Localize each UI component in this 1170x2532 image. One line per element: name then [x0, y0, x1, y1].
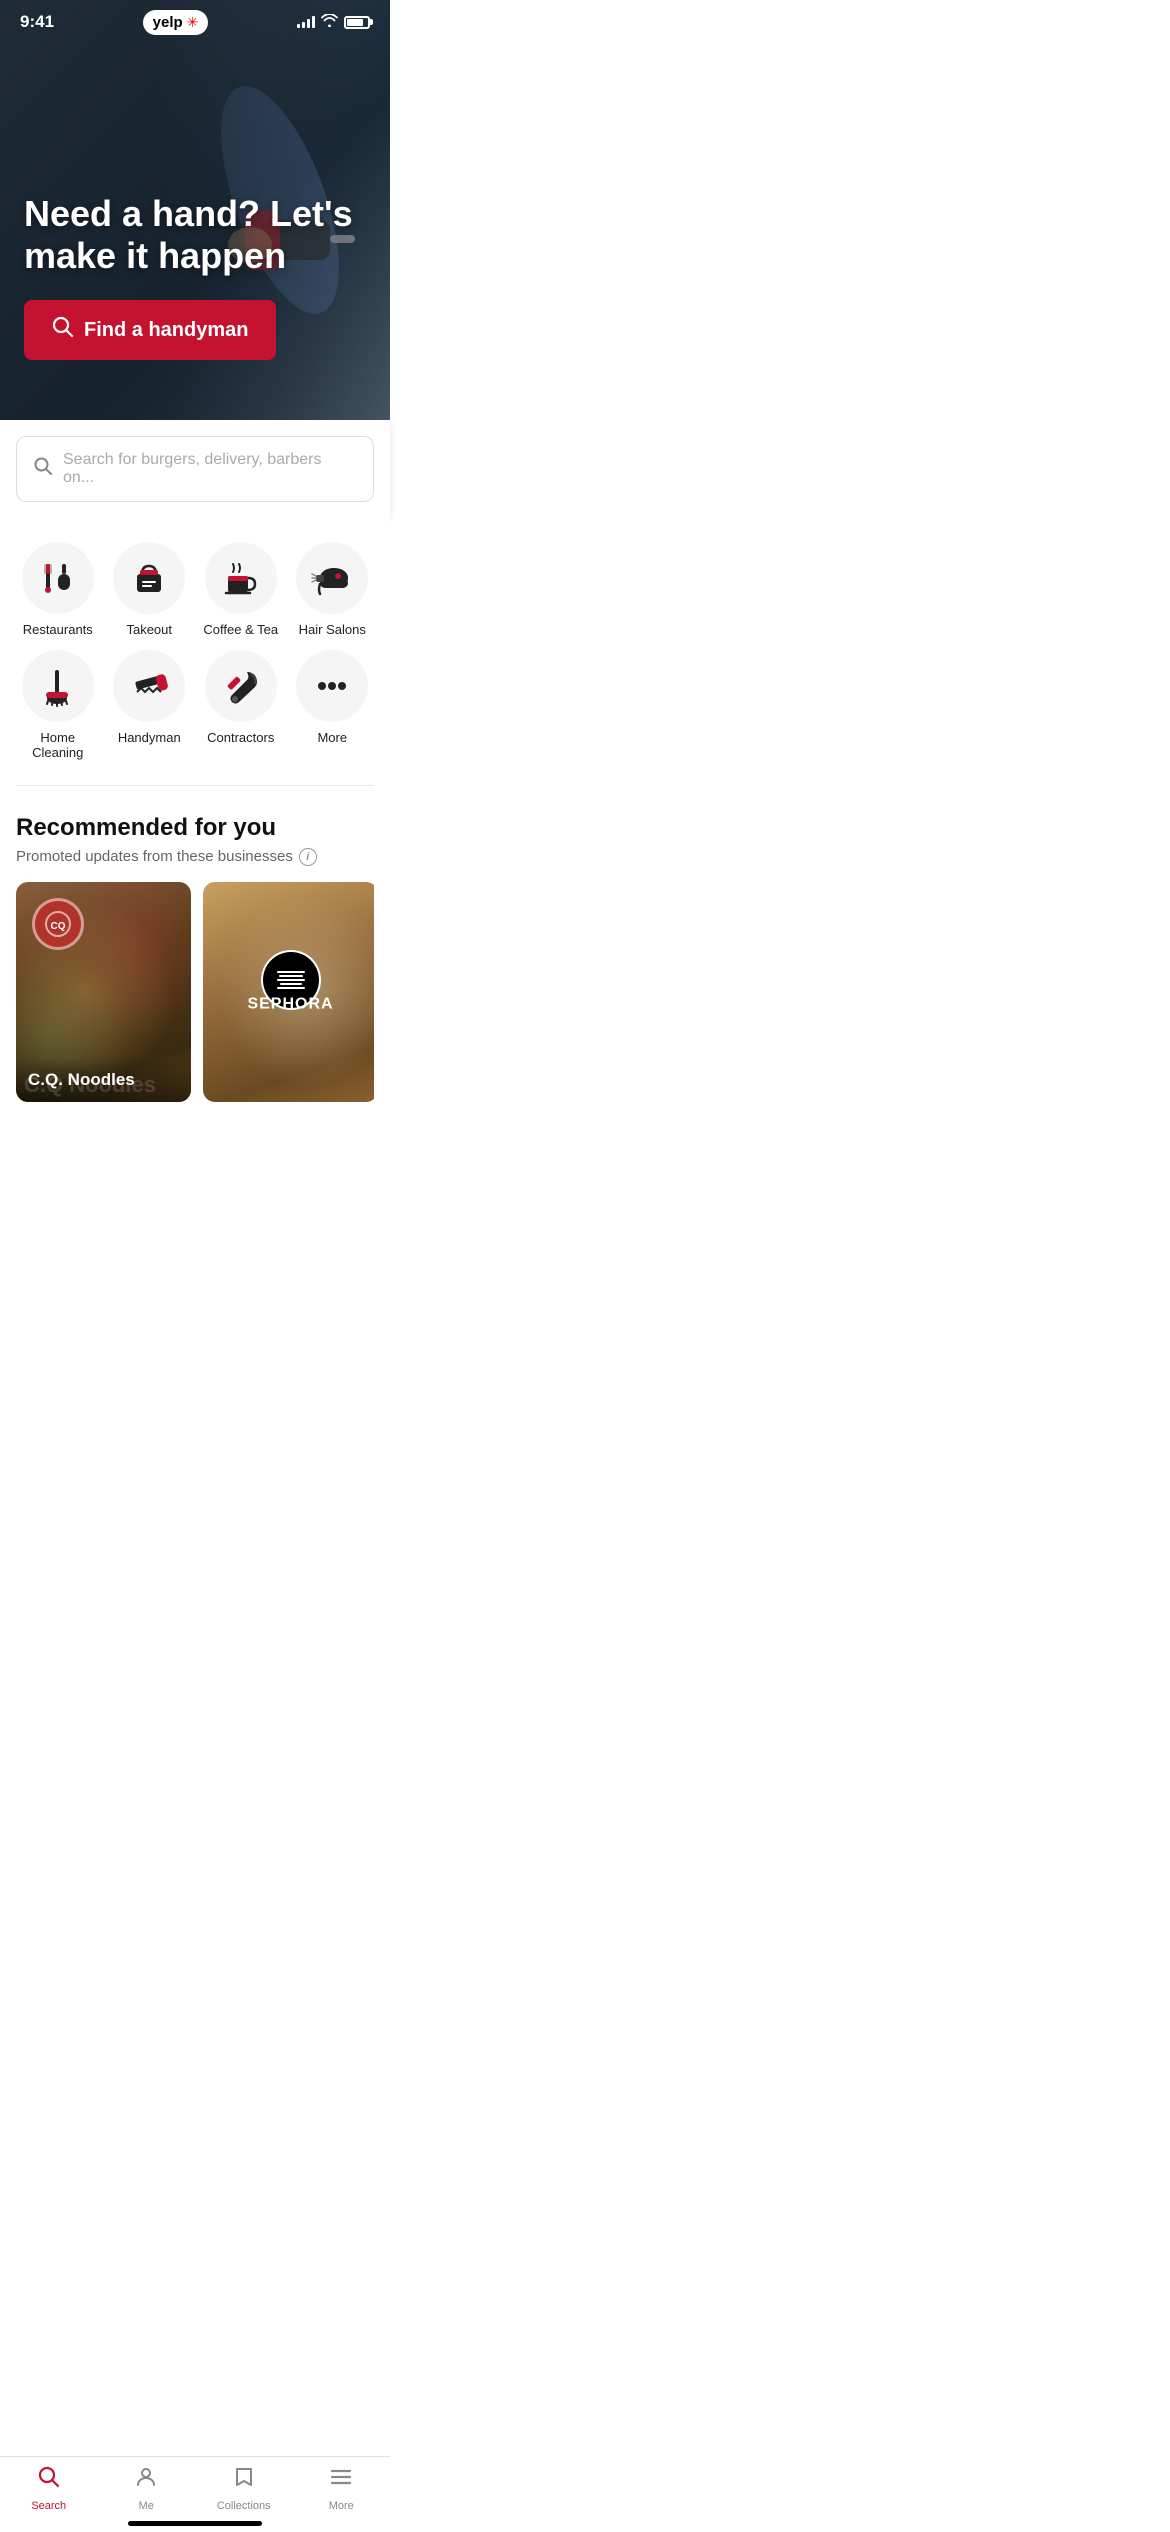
nav-more[interactable]: More — [293, 2465, 391, 2512]
status-bar: 9:41 yelp ✳ — [0, 0, 390, 44]
category-more[interactable]: More — [291, 650, 375, 761]
more-nav-label: More — [329, 2500, 354, 2512]
restaurants-icon — [36, 556, 80, 600]
contractors-icon — [219, 664, 263, 708]
status-icons — [297, 14, 370, 30]
hair-label: Hair Salons — [299, 622, 366, 638]
search-bar[interactable]: Search for burgers, delivery, barbers on… — [16, 436, 374, 502]
category-takeout[interactable]: Takeout — [108, 542, 192, 638]
category-cleaning[interactable]: Home Cleaning — [16, 650, 100, 761]
nav-collections[interactable]: Collections — [195, 2465, 293, 2512]
search-bar-icon — [33, 456, 53, 482]
collections-nav-label: Collections — [217, 2500, 271, 2512]
category-restaurants[interactable]: Restaurants — [16, 542, 100, 638]
hero-section: Need a hand? Let's make it happen Find a… — [0, 0, 390, 420]
more-label: More — [317, 730, 347, 746]
signal-icon — [297, 16, 315, 28]
contractors-label: Contractors — [207, 730, 274, 746]
search-nav-icon — [37, 2465, 61, 2496]
cleaning-icon — [36, 664, 80, 708]
handyman-icon-wrap — [113, 650, 185, 722]
cq-noodles-watermark: C.Q Noodles — [24, 1072, 156, 1098]
cleaning-icon-wrap — [22, 650, 94, 722]
recommended-section: Recommended for you Promoted updates fro… — [0, 794, 390, 1118]
cleaning-label: Home Cleaning — [16, 730, 100, 761]
coffee-label: Coffee & Tea — [203, 622, 278, 638]
search-nav-label: Search — [31, 2500, 66, 2512]
takeout-icon — [127, 556, 171, 600]
home-indicator — [128, 2521, 262, 2526]
home-indicator-wrap — [0, 2513, 390, 2526]
rec-card-cq-noodles[interactable]: CQ C.Q. Noodles C.Q Noodles — [16, 882, 191, 1102]
handyman-icon — [127, 664, 171, 708]
yelp-star-icon: ✳ — [187, 14, 199, 31]
search-icon — [52, 316, 74, 344]
search-section: Search for burgers, delivery, barbers on… — [0, 420, 390, 518]
yelp-logo-text: yelp — [153, 14, 183, 31]
find-handyman-label: Find a handyman — [84, 319, 248, 342]
me-nav-label: Me — [139, 2500, 154, 2512]
takeout-icon-wrap — [113, 542, 185, 614]
sephora-lines — [277, 971, 305, 989]
category-coffee[interactable]: Coffee & Tea — [199, 542, 283, 638]
nav-me[interactable]: Me — [98, 2465, 196, 2512]
cq-noodles-bg: CQ C.Q. Noodles C.Q Noodles — [16, 882, 191, 1102]
recommended-subtitle: Promoted updates from these businesses i — [16, 848, 374, 866]
battery-icon — [344, 16, 370, 29]
category-contractors[interactable]: Contractors — [199, 650, 283, 761]
hero-title: Need a hand? Let's make it happen — [24, 193, 366, 276]
sephora-bg: SEPHORA — [203, 882, 374, 1102]
categories-section: Restaurants Takeout — [0, 518, 390, 777]
category-handyman[interactable]: Handyman — [108, 650, 192, 761]
section-divider — [16, 785, 374, 786]
more-nav-icon — [329, 2465, 353, 2496]
sephora-name: SEPHORA — [247, 995, 333, 1013]
rec-card-sephora[interactable]: SEPHORA — [203, 882, 374, 1102]
coffee-icon-wrap — [205, 542, 277, 614]
cq-noodles-logo: CQ — [32, 898, 84, 950]
hair-icon-wrap — [296, 542, 368, 614]
restaurants-icon-wrap — [22, 542, 94, 614]
recommended-title: Recommended for you — [16, 814, 374, 842]
hero-content: Need a hand? Let's make it happen Find a… — [0, 193, 390, 360]
restaurants-label: Restaurants — [23, 622, 93, 638]
categories-grid: Restaurants Takeout — [16, 542, 374, 761]
coffee-icon — [219, 556, 263, 600]
svg-text:CQ: CQ — [51, 921, 66, 932]
info-icon[interactable]: i — [299, 848, 317, 866]
search-placeholder: Search for burgers, delivery, barbers on… — [63, 451, 357, 487]
me-nav-icon — [134, 2465, 158, 2496]
bottom-spacer — [0, 1118, 390, 1208]
takeout-label: Takeout — [126, 622, 172, 638]
collections-nav-icon — [232, 2465, 256, 2496]
find-handyman-button[interactable]: Find a handyman — [24, 300, 276, 360]
category-hair[interactable]: Hair Salons — [291, 542, 375, 638]
yelp-logo: yelp ✳ — [143, 10, 209, 35]
recommended-cards: CQ C.Q. Noodles C.Q Noodles — [16, 882, 374, 1102]
nav-search[interactable]: Search — [0, 2465, 98, 2512]
more-icon — [310, 664, 354, 708]
wifi-icon — [321, 14, 338, 30]
status-time: 9:41 — [20, 12, 54, 32]
hair-icon — [310, 556, 354, 600]
handyman-label: Handyman — [118, 730, 181, 746]
more-icon-wrap — [296, 650, 368, 722]
contractors-icon-wrap — [205, 650, 277, 722]
